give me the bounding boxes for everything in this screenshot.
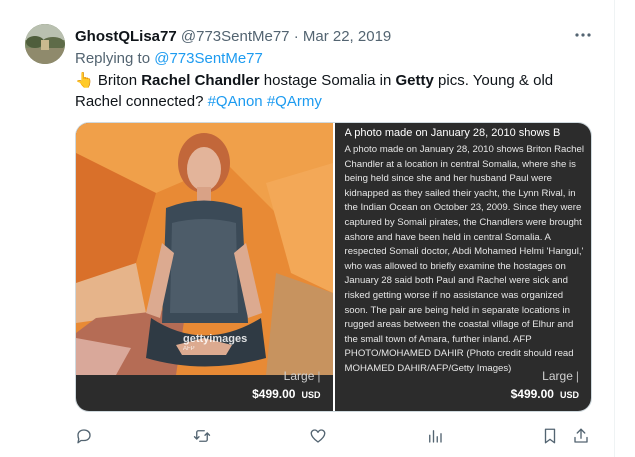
author-handle[interactable]: @773SentMe77	[181, 28, 290, 45]
caption-text: A photo made on January 28, 2010 shows B…	[344, 144, 584, 374]
caption-heading: A photo made on January 28, 2010 shows B	[344, 127, 561, 139]
currency-label: USD	[301, 390, 321, 400]
tweet-date[interactable]: Mar 22, 2019	[303, 28, 391, 45]
author-name[interactable]: GhostQLisa77	[75, 28, 177, 45]
media-image-right[interactable]: A photo made on January 28, 2010 shows B…	[334, 123, 591, 411]
reply-button[interactable]	[72, 424, 96, 448]
currency-label: USD	[559, 390, 579, 400]
avatar-image	[25, 24, 65, 64]
hostage-photo: gettyimages AFP	[76, 123, 333, 375]
size-separator: |	[575, 369, 579, 383]
more-options-button[interactable]	[572, 26, 594, 46]
share-button[interactable]	[569, 424, 593, 448]
tweet-article[interactable]: GhostQLisa77 @773SentMe77 · Mar 22, 2019…	[0, 0, 615, 457]
avatar[interactable]	[25, 24, 65, 64]
size-text: Large	[542, 369, 573, 383]
size-separator: |	[317, 369, 321, 383]
bookmark-button[interactable]	[538, 424, 562, 448]
tweet-text-segment: Briton	[93, 72, 142, 89]
reply-icon	[77, 429, 91, 444]
views-icon	[429, 430, 442, 443]
hashtag-qarmy[interactable]: #QArmy	[267, 93, 322, 110]
media-image-left[interactable]: gettyimages AFP Large | $499.00 USD	[76, 123, 333, 411]
like-button[interactable]	[306, 424, 330, 448]
more-icon	[575, 33, 591, 37]
size-label: Large |	[252, 368, 321, 384]
media-grid: gettyimages AFP Large | $499.00 USD A phot…	[75, 122, 592, 412]
getty-watermark: gettyimages	[183, 333, 248, 345]
tweet-text: 👆 Briton Rachel Chandler hostage Somalia…	[75, 70, 595, 112]
hashtag-qanon[interactable]: #QAnon	[208, 93, 263, 110]
price-label: $499.00 USD	[252, 386, 320, 403]
tweet-text-bold: Rachel Chandler	[141, 72, 260, 89]
tweet-text-bold: Getty	[395, 72, 434, 89]
tweet-header: GhostQLisa77 @773SentMe77 · Mar 22, 2019	[75, 27, 391, 47]
retweet-button[interactable]	[190, 424, 214, 448]
afp-watermark: AFP	[183, 346, 195, 352]
tweet-text-segment: hostage Somalia in	[259, 72, 396, 89]
replying-to: Replying to @773SentMe77	[75, 49, 263, 69]
retweet-icon	[193, 430, 211, 442]
price-value: $499.00	[510, 387, 554, 401]
action-bar	[72, 424, 592, 448]
separator-dot: ·	[293, 28, 299, 45]
size-text: Large	[283, 369, 315, 383]
price-value: $499.00	[252, 387, 296, 401]
price-block-right: Large | $499.00 USD	[511, 368, 579, 403]
pointing-up-emoji: 👆	[75, 72, 94, 89]
bookmark-icon	[544, 428, 556, 444]
views-button[interactable]	[423, 424, 447, 448]
share-icon	[574, 428, 588, 443]
price-label: $499.00 USD	[511, 386, 579, 403]
replying-to-mention[interactable]: @773SentMe77	[154, 50, 263, 67]
replying-to-label: Replying to	[75, 50, 151, 67]
like-icon	[310, 429, 326, 443]
price-block-left: Large | $499.00 USD	[252, 368, 320, 403]
size-label: Large |	[511, 368, 579, 384]
